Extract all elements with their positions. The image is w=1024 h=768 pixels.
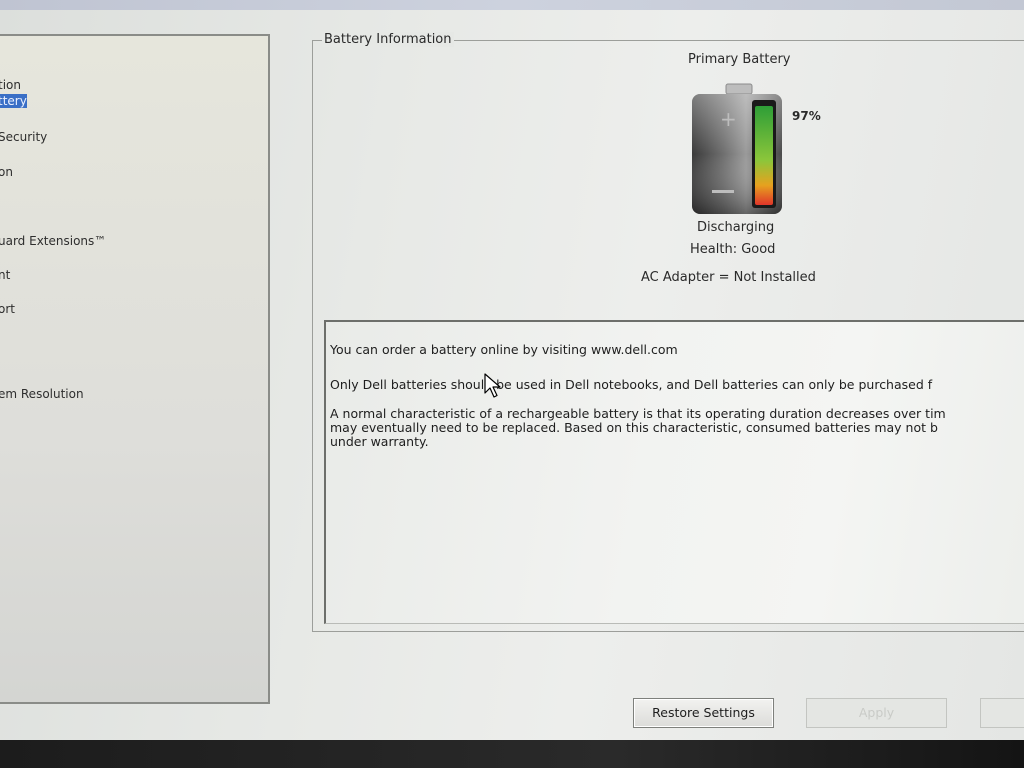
nav-item-guard-extensions[interactable]: uard Extensions™ [0,234,106,248]
group-title: Battery Information [322,32,454,47]
primary-battery-title: Primary Battery [688,52,791,67]
battery-health: Health: Good [690,242,776,257]
nav-item-configuration[interactable]: tion [0,78,21,92]
nav-item-security[interactable]: Security [0,130,47,144]
nav-item-virtualization[interactable]: on [0,165,13,179]
mouse-pointer-icon [484,373,501,398]
nav-item-support[interactable]: ort [0,302,15,316]
battery-status: Discharging [697,220,775,235]
info-line-dell-only: Only Dell batteries should be used in De… [330,377,933,392]
ac-adapter-status: AC Adapter = Not Installed [641,270,816,285]
settings-nav-pane: tion ttery Security on uard Extensions™ … [0,34,270,704]
nav-item-management[interactable]: nt [0,268,10,282]
battery-minus-sign [712,190,734,193]
battery-icon: + [692,83,782,214]
restore-settings-button[interactable]: Restore Settings [633,698,774,728]
nav-item-battery[interactable]: ttery [0,94,27,108]
exit-button[interactable] [980,698,1024,728]
battery-plus-sign: + [720,107,737,131]
battery-charge-fill [755,106,773,205]
info-line-characteristic-2: may eventually need to be replaced. Base… [330,420,938,435]
battery-info-text-panel: You can order a battery online by visiti… [324,320,1024,624]
window-top-edge [0,0,1024,10]
info-line-characteristic-1: A normal characteristic of a rechargeabl… [330,406,946,421]
apply-button[interactable]: Apply [806,698,947,728]
nav-item-system-resolution[interactable]: em Resolution [0,387,84,401]
info-line-characteristic-3: under warranty. [330,434,429,449]
info-line-order: You can order a battery online by visiti… [330,342,678,357]
screen-bezel [0,740,1024,768]
battery-charge-percent: 97% [792,109,821,123]
